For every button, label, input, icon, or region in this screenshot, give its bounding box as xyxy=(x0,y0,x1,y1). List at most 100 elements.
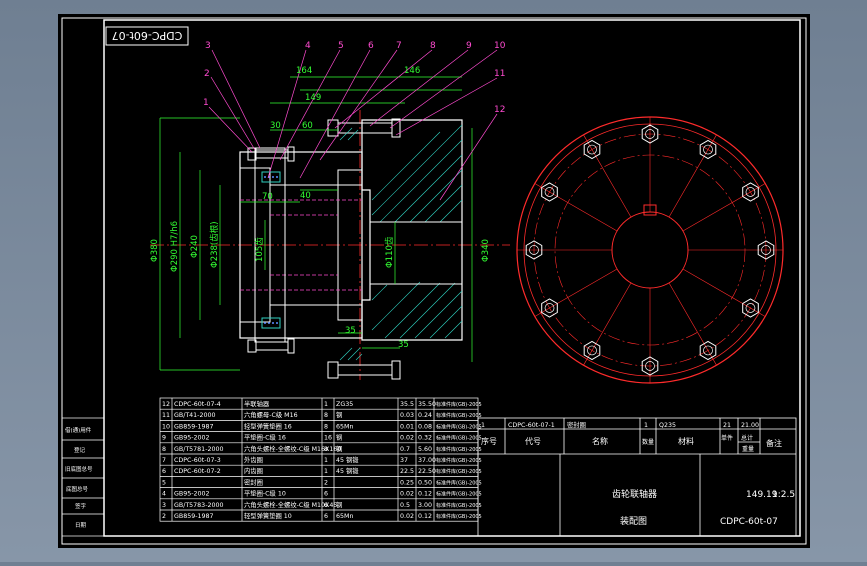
bom-cell: 37 xyxy=(400,457,408,464)
bom-cell: 10 xyxy=(162,423,170,430)
dim-dia380: Φ380 xyxy=(150,239,160,262)
dim-35-a: 35 xyxy=(345,326,356,336)
dim-dia238: Φ238(齿根) xyxy=(209,221,220,268)
row1-qty: 1 xyxy=(644,422,648,429)
bom-cell: 37.00 xyxy=(418,457,436,464)
bom-note: 标准件库(GB)-2005 xyxy=(436,491,482,498)
side-label-2: 旧底图总号 xyxy=(65,465,93,473)
hdr-name: 名称 xyxy=(592,436,608,446)
bom-cell: 钢 xyxy=(336,501,342,509)
bom-cell: GB/T41-2000 xyxy=(174,412,215,419)
row1-material: Q235 xyxy=(659,422,676,429)
bom-cell: 0.5 xyxy=(400,502,410,509)
bom-cell: 钢 xyxy=(336,411,342,419)
dim-40: 40 xyxy=(300,191,311,201)
side-label-5: 日期 xyxy=(75,522,87,529)
bom-cell: 轻型弹簧垫圈 16 xyxy=(244,421,292,430)
bom-note: 标准件库(GB)-2005 xyxy=(436,401,482,408)
bom-cell: 六角螺母-C级 M16 xyxy=(244,410,298,419)
balloon-10: 10 xyxy=(494,41,506,51)
bom-cell: 7 xyxy=(162,457,166,464)
bom-cell: 6 xyxy=(324,513,328,520)
row1-code: CDPC-60t-07-1 xyxy=(508,422,555,429)
side-label-1: 登记 xyxy=(74,446,86,454)
tb-scale: 1:2.5 xyxy=(772,490,795,500)
balloon-12: 12 xyxy=(494,105,505,115)
bom-cell: 0.32 xyxy=(418,435,432,442)
balloon-2: 2 xyxy=(204,69,210,79)
bom-note: 标准件库(GB)-2005 xyxy=(436,502,482,509)
bom-cell: 8 xyxy=(324,446,328,453)
bom-cell: 16 xyxy=(324,435,332,442)
dim-dia340: Φ340 xyxy=(481,239,491,262)
hdr-material: 材料 xyxy=(678,436,694,446)
dim-30: 30 xyxy=(270,121,281,131)
dim-dia290: Φ290 H7/h6 xyxy=(170,221,180,272)
drawing-svg: CDPC-60t-07 1 2 3 4 5 6 7 8 9 10 11 12 1… xyxy=(58,14,810,548)
bom-cell: 6 xyxy=(162,468,166,475)
bom-cell: 65Mn xyxy=(336,423,353,430)
bom-cell: 3.00 xyxy=(418,502,432,509)
bom-cell: 0.12 xyxy=(418,491,432,498)
bom-note: 标准件库(GB)-2005 xyxy=(436,479,482,486)
bom-cell: GB/T5783-2000 xyxy=(174,502,224,509)
side-label-0: 借(通)用件 xyxy=(65,426,92,434)
hdr-weight: 重量 xyxy=(742,445,754,453)
dim-60: 60 xyxy=(302,121,313,131)
hdr-qty: 数量 xyxy=(642,438,654,446)
bom-cell: 2 xyxy=(162,513,166,520)
bom-note: 标准件库(GB)-2005 xyxy=(436,513,482,520)
bom-cell: 12 xyxy=(162,401,170,408)
tb-drawing: 装配图 xyxy=(620,515,647,527)
bom-cell: GB95-2002 xyxy=(174,491,210,498)
bom-cell: 1 xyxy=(324,401,328,408)
bom-cell: 5.60 xyxy=(418,446,432,453)
bom-cell: 1 xyxy=(324,457,328,464)
balloon-9: 9 xyxy=(466,41,472,51)
balloon-3: 3 xyxy=(205,41,211,51)
bom-cell: 内齿圈 xyxy=(244,466,263,475)
dim-dia110: Φ110齿 xyxy=(385,236,395,268)
bom-cell: 6 xyxy=(324,502,328,509)
bom-cell: 45 钢锻 xyxy=(336,466,359,475)
bom-cell: 8 xyxy=(324,412,328,419)
bom-cell: 钢 xyxy=(336,434,342,442)
bom-note: 标准件库(GB)-2005 xyxy=(436,446,482,453)
bom-cell: GB/T5781-2000 xyxy=(174,446,224,453)
balloon-11: 11 xyxy=(494,69,505,79)
row1-name: 密封圈 xyxy=(567,420,586,429)
bom-cell: GB859-1987 xyxy=(174,423,214,430)
dim-146: 146 xyxy=(404,66,420,76)
dim-dia240: Φ240 xyxy=(190,235,200,258)
row1-unit: 21 xyxy=(723,422,731,429)
bom-cell: 4 xyxy=(162,491,166,498)
bom-note: 标准件库(GB)-2005 xyxy=(436,457,482,464)
bom-cell: 35.5 xyxy=(400,401,414,408)
bom-cell: 1 xyxy=(324,468,328,475)
bom-cell: 0.50 xyxy=(418,479,432,486)
dim-149: 149 xyxy=(305,93,321,103)
bom-cell: 0.02 xyxy=(400,513,414,520)
bom-cell: 密封圈 xyxy=(244,477,263,486)
bom-note: 标准件库(GB)-2005 xyxy=(436,435,482,442)
hdr-total: 总计 xyxy=(741,434,753,442)
bom-cell: ZG35 xyxy=(336,401,353,408)
bom-cell: CDPC-60t-07-4 xyxy=(174,401,221,408)
balloon-4: 4 xyxy=(305,41,311,51)
row1-total: 21.00 xyxy=(741,422,759,429)
bom-cell: 6 xyxy=(324,491,328,498)
bom-note: 标准件库(GB)-2005 xyxy=(436,423,482,430)
bom-cell: 9 xyxy=(162,435,166,442)
row1-seq: 1 xyxy=(481,422,485,429)
bom-cell: 8 xyxy=(324,423,328,430)
bom-cell: 0.08 xyxy=(418,423,432,430)
balloon-5: 5 xyxy=(338,41,344,51)
balloon-8: 8 xyxy=(430,41,436,51)
hdr-remark: 备注 xyxy=(766,438,782,448)
bom-cell: GB95-2002 xyxy=(174,435,210,442)
bom-cell: 22.5 xyxy=(400,468,414,475)
bom-cell: 2 xyxy=(324,479,328,486)
bom-cell: 11 xyxy=(162,412,170,419)
dim-105: 105齿 xyxy=(255,237,265,262)
side-label-3: 底图总号 xyxy=(66,485,89,493)
